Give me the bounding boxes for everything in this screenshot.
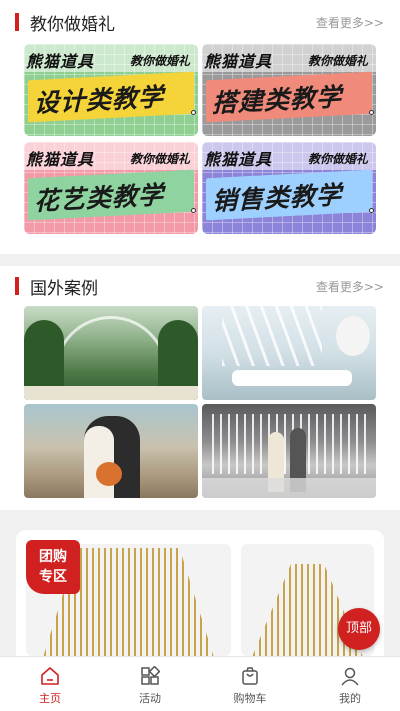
photo-tables — [24, 386, 198, 400]
badge-line: 团购 — [39, 549, 67, 565]
section-accent-bar — [15, 13, 19, 31]
group-buy-badge[interactable]: 团购 专区 — [26, 540, 80, 594]
case-photo-couple-beach[interactable] — [24, 404, 198, 498]
section-title: 国外案例 — [30, 279, 98, 299]
banner-dot — [369, 208, 374, 213]
photo-table — [232, 370, 352, 386]
banner-title: 搭建类教学 — [212, 82, 343, 119]
banner-subtitle: 教你做婚礼 — [307, 152, 368, 166]
banner-brand: 熊猫道具 — [26, 150, 95, 169]
tab-home[interactable]: 主页 — [0, 657, 100, 711]
tutorial-banner-build[interactable]: 熊猫道具 教你做婚礼 搭建类教学 — [202, 44, 376, 136]
tutorial-section-header: 教你做婚礼 查看更多>> — [0, 0, 400, 40]
photo-trees — [158, 320, 198, 390]
cart-icon — [242, 667, 258, 685]
photo-bouquet — [96, 462, 122, 486]
banner-title-box: 花艺类教学 — [28, 169, 194, 221]
banner-subtitle: 教你做婚礼 — [129, 152, 190, 166]
tab-activity[interactable]: 活动 — [100, 657, 200, 711]
banner-title-box: 搭建类教学 — [206, 71, 372, 123]
cases-section: 国外案例 查看更多>> — [0, 266, 400, 510]
banner-subtitle: 教你做婚礼 — [307, 54, 368, 68]
grid-icon — [141, 666, 160, 685]
banner-dot — [191, 208, 196, 213]
group-buy-card: 团购 专区 — [16, 530, 384, 656]
case-photo-couple-stage[interactable] — [202, 404, 376, 498]
case-photo-white-hall[interactable] — [202, 306, 376, 400]
bottom-tabbar: 主页 活动 购物车 我的 — [0, 656, 400, 711]
banner-dot — [191, 110, 196, 115]
tab-label: 主页 — [39, 692, 61, 705]
see-more-link[interactable]: 查看更多>> — [316, 278, 384, 295]
tab-label: 我的 — [339, 692, 361, 705]
banner-title: 花艺类教学 — [34, 180, 165, 217]
see-more-link[interactable]: 查看更多>> — [316, 14, 384, 31]
case-photo-greenhouse[interactable] — [24, 306, 198, 400]
photo-flowers — [336, 316, 370, 356]
tutorial-banner-design[interactable]: 熊猫道具 教你做婚礼 设计类教学 — [24, 44, 198, 136]
badge-line: 专区 — [39, 569, 67, 585]
tab-cart[interactable]: 购物车 — [200, 657, 300, 711]
banner-subtitle: 教你做婚礼 — [129, 54, 190, 68]
tutorial-section: 教你做婚礼 查看更多>> 熊猫道具 教你做婚礼 设计类教学 熊猫道具 教你做婚礼… — [0, 0, 400, 254]
banner-brand: 熊猫道具 — [26, 52, 95, 71]
tutorial-banner-floral[interactable]: 熊猫道具 教你做婚礼 花艺类教学 — [24, 142, 198, 234]
banner-title-box: 设计类教学 — [28, 71, 194, 123]
banner-title: 设计类教学 — [34, 82, 165, 119]
photo-trees — [24, 320, 64, 390]
photo-arch — [54, 316, 168, 386]
tab-profile[interactable]: 我的 — [300, 657, 400, 711]
back-to-top-button[interactable]: 顶部 — [338, 608, 380, 650]
section-title: 教你做婚礼 — [30, 15, 115, 35]
banner-title-box: 销售类教学 — [206, 169, 372, 221]
photo-glass-roof — [222, 306, 322, 366]
banner-title: 销售类教学 — [212, 180, 343, 217]
photo-fog — [202, 478, 376, 498]
tab-label: 购物车 — [233, 692, 267, 705]
cases-section-header: 国外案例 查看更多>> — [0, 266, 400, 306]
banner-brand: 熊猫道具 — [204, 150, 273, 169]
banner-dot — [369, 110, 374, 115]
section-accent-bar — [15, 277, 19, 295]
tab-label: 活动 — [139, 692, 161, 705]
home-icon — [41, 667, 59, 685]
banner-brand: 熊猫道具 — [204, 52, 273, 71]
user-icon — [341, 667, 359, 686]
tutorial-banner-sales[interactable]: 熊猫道具 教你做婚礼 销售类教学 — [202, 142, 376, 234]
